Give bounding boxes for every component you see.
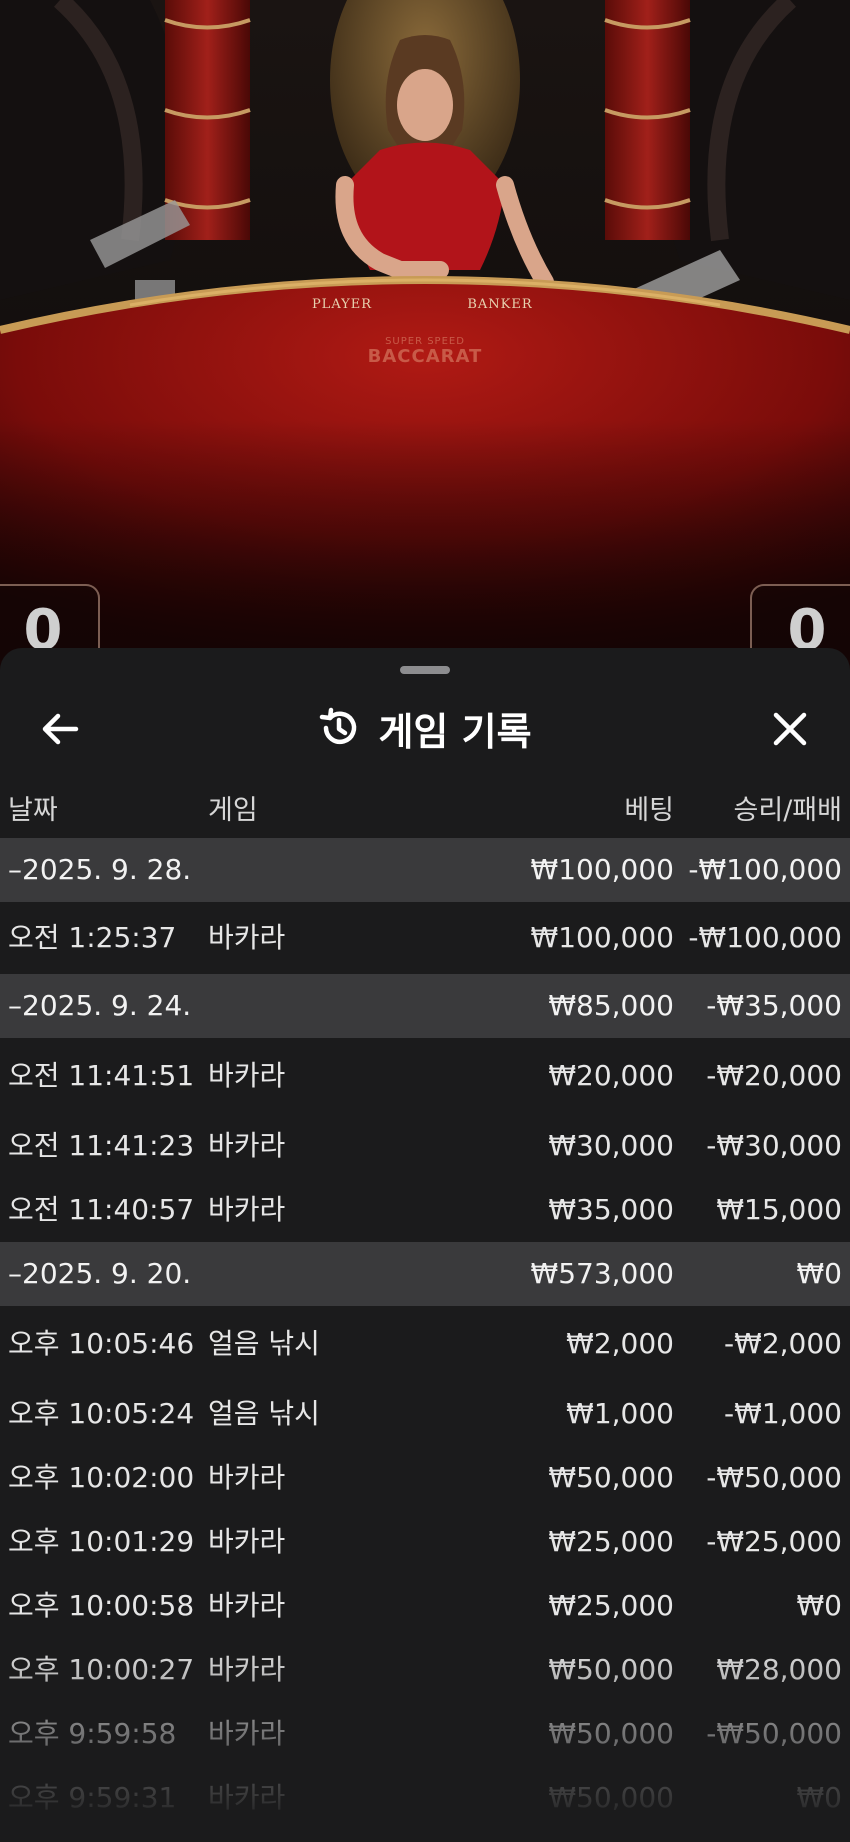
row-winloss: -₩50,000 xyxy=(706,1461,842,1494)
table-logo-line2: BACCARAT xyxy=(368,346,483,367)
group-bet-total: ₩100,000 xyxy=(530,853,674,886)
row-bet: ₩2,000 xyxy=(566,1327,674,1360)
group-date: –2025. 9. 28. xyxy=(8,853,192,886)
table-row[interactable]: 오후 10:05:24 얼음 낚시 ₩1,000 -₩1,000 xyxy=(0,1382,850,1446)
row-winloss: -₩2,000 xyxy=(724,1327,842,1360)
date-group-row[interactable]: –2025. 9. 20. ₩573,000 ₩0 xyxy=(0,1242,850,1306)
row-winloss: ₩28,000 xyxy=(716,1653,842,1686)
group-winloss-total: -₩100,000 xyxy=(688,853,842,886)
table-row[interactable]: 오전 11:40:57 바카라 ₩35,000 ₩15,000 xyxy=(0,1178,850,1242)
row-bet: ₩25,000 xyxy=(548,1589,674,1622)
row-time: 오후 10:00:58 xyxy=(8,1589,195,1622)
table-header: 날짜 게임 베팅 승리/패배 xyxy=(0,772,850,838)
group-bet-total: ₩573,000 xyxy=(530,1257,674,1290)
row-time: 오후 10:05:24 xyxy=(8,1397,195,1430)
row-winloss: -₩30,000 xyxy=(706,1129,842,1162)
row-winloss: ₩15,000 xyxy=(716,1193,842,1226)
row-time: 오후 10:02:00 xyxy=(8,1461,195,1494)
row-time: 오전 11:41:51 xyxy=(8,1059,195,1092)
table-label-player: PLAYER xyxy=(312,297,372,312)
row-game: 바카라 xyxy=(208,1461,286,1494)
row-time: 오후 10:05:46 xyxy=(8,1327,195,1360)
row-time: 오후 9:59:31 xyxy=(8,1781,177,1814)
game-history-sheet: 게임 기록 날짜 게임 베팅 승리/패배 –2025. 9. 28. ₩100,… xyxy=(0,648,850,1842)
table-label-banker: BANKER xyxy=(467,297,533,312)
row-bet: ₩50,000 xyxy=(548,1781,674,1814)
history-table: –2025. 9. 28. ₩100,000 -₩100,000 오전 1:25… xyxy=(0,838,850,1830)
column-header-bet: 베팅 xyxy=(624,795,674,826)
group-winloss-total: ₩0 xyxy=(796,1257,843,1290)
row-winloss: -₩1,000 xyxy=(724,1397,842,1430)
row-winloss: ₩0 xyxy=(796,1589,843,1622)
row-time: 오전 11:40:57 xyxy=(8,1193,195,1226)
row-bet: ₩20,000 xyxy=(548,1059,674,1092)
row-time: 오후 9:59:58 xyxy=(8,1717,177,1750)
live-video-feed: PLAYER BANKER SUPER SPEED BACCARAT 0 0 xyxy=(0,0,850,660)
table-row[interactable]: 오후 10:01:29 바카라 ₩25,000 -₩25,000 xyxy=(0,1510,850,1574)
sheet-header: 게임 기록 xyxy=(0,688,850,768)
group-date: –2025. 9. 24. xyxy=(8,989,192,1022)
page-title: 게임 기록 xyxy=(378,709,532,754)
table-row[interactable]: 오전 1:25:37 바카라 ₩100,000 -₩100,000 xyxy=(0,902,850,974)
row-game: 바카라 xyxy=(208,1781,286,1814)
table-row[interactable]: 오전 11:41:51 바카라 ₩20,000 -₩20,000 xyxy=(0,1038,850,1114)
row-winloss: ₩0 xyxy=(796,1781,843,1814)
row-game: 바카라 xyxy=(208,921,286,954)
date-group-row[interactable]: –2025. 9. 28. ₩100,000 -₩100,000 xyxy=(0,838,850,902)
row-time: 오후 10:00:27 xyxy=(8,1653,195,1686)
column-header-winloss: 승리/패배 xyxy=(733,795,842,826)
row-winloss: -₩100,000 xyxy=(688,921,842,954)
group-bet-total: ₩85,000 xyxy=(548,989,674,1022)
row-game: 바카라 xyxy=(208,1589,286,1622)
group-date: –2025. 9. 20. xyxy=(8,1257,192,1290)
dealer-table-scene: PLAYER BANKER SUPER SPEED BACCARAT xyxy=(0,0,850,660)
row-game: 얼음 낚시 xyxy=(208,1397,320,1430)
row-time: 오후 10:01:29 xyxy=(8,1525,195,1558)
column-header-date: 날짜 xyxy=(8,795,58,826)
drag-handle[interactable] xyxy=(400,666,450,674)
history-icon xyxy=(320,707,357,745)
row-winloss: -₩20,000 xyxy=(706,1059,842,1092)
row-game: 바카라 xyxy=(208,1525,286,1558)
row-bet: ₩25,000 xyxy=(548,1525,674,1558)
row-game: 얼음 낚시 xyxy=(208,1327,320,1360)
row-game: 바카라 xyxy=(208,1129,286,1162)
table-row[interactable]: 오후 10:05:46 얼음 낚시 ₩2,000 -₩2,000 xyxy=(0,1306,850,1382)
table-row[interactable]: 오전 11:41:23 바카라 ₩30,000 -₩30,000 xyxy=(0,1114,850,1178)
table-row[interactable]: 오후 9:59:58 바카라 ₩50,000 -₩50,000 xyxy=(0,1702,850,1766)
row-bet: ₩1,000 xyxy=(566,1397,674,1430)
sheet-title: 게임 기록 xyxy=(0,688,850,768)
row-game: 바카라 xyxy=(208,1653,286,1686)
row-winloss: -₩25,000 xyxy=(706,1525,842,1558)
date-group-row[interactable]: –2025. 9. 24. ₩85,000 -₩35,000 xyxy=(0,974,850,1038)
table-row[interactable]: 오후 9:59:31 바카라 ₩50,000 ₩0 xyxy=(0,1766,850,1830)
row-bet: ₩50,000 xyxy=(548,1461,674,1494)
column-header-game: 게임 xyxy=(208,795,258,826)
row-game: 바카라 xyxy=(208,1193,286,1226)
row-bet: ₩30,000 xyxy=(548,1129,674,1162)
table-row[interactable]: 오후 10:00:58 바카라 ₩25,000 ₩0 xyxy=(0,1574,850,1638)
row-game: 바카라 xyxy=(208,1059,286,1092)
row-bet: ₩50,000 xyxy=(548,1653,674,1686)
row-bet: ₩35,000 xyxy=(548,1193,674,1226)
table-row[interactable]: 오후 10:02:00 바카라 ₩50,000 -₩50,000 xyxy=(0,1446,850,1510)
row-bet: ₩50,000 xyxy=(548,1717,674,1750)
table-row[interactable]: 오후 10:00:27 바카라 ₩50,000 ₩28,000 xyxy=(0,1638,850,1702)
group-winloss-total: -₩35,000 xyxy=(706,989,842,1022)
row-game: 바카라 xyxy=(208,1717,286,1750)
row-bet: ₩100,000 xyxy=(530,921,674,954)
row-time: 오전 1:25:37 xyxy=(8,921,177,954)
close-icon xyxy=(773,712,807,746)
row-winloss: -₩50,000 xyxy=(706,1717,842,1750)
close-button[interactable] xyxy=(760,702,820,756)
row-time: 오전 11:41:23 xyxy=(8,1129,195,1162)
